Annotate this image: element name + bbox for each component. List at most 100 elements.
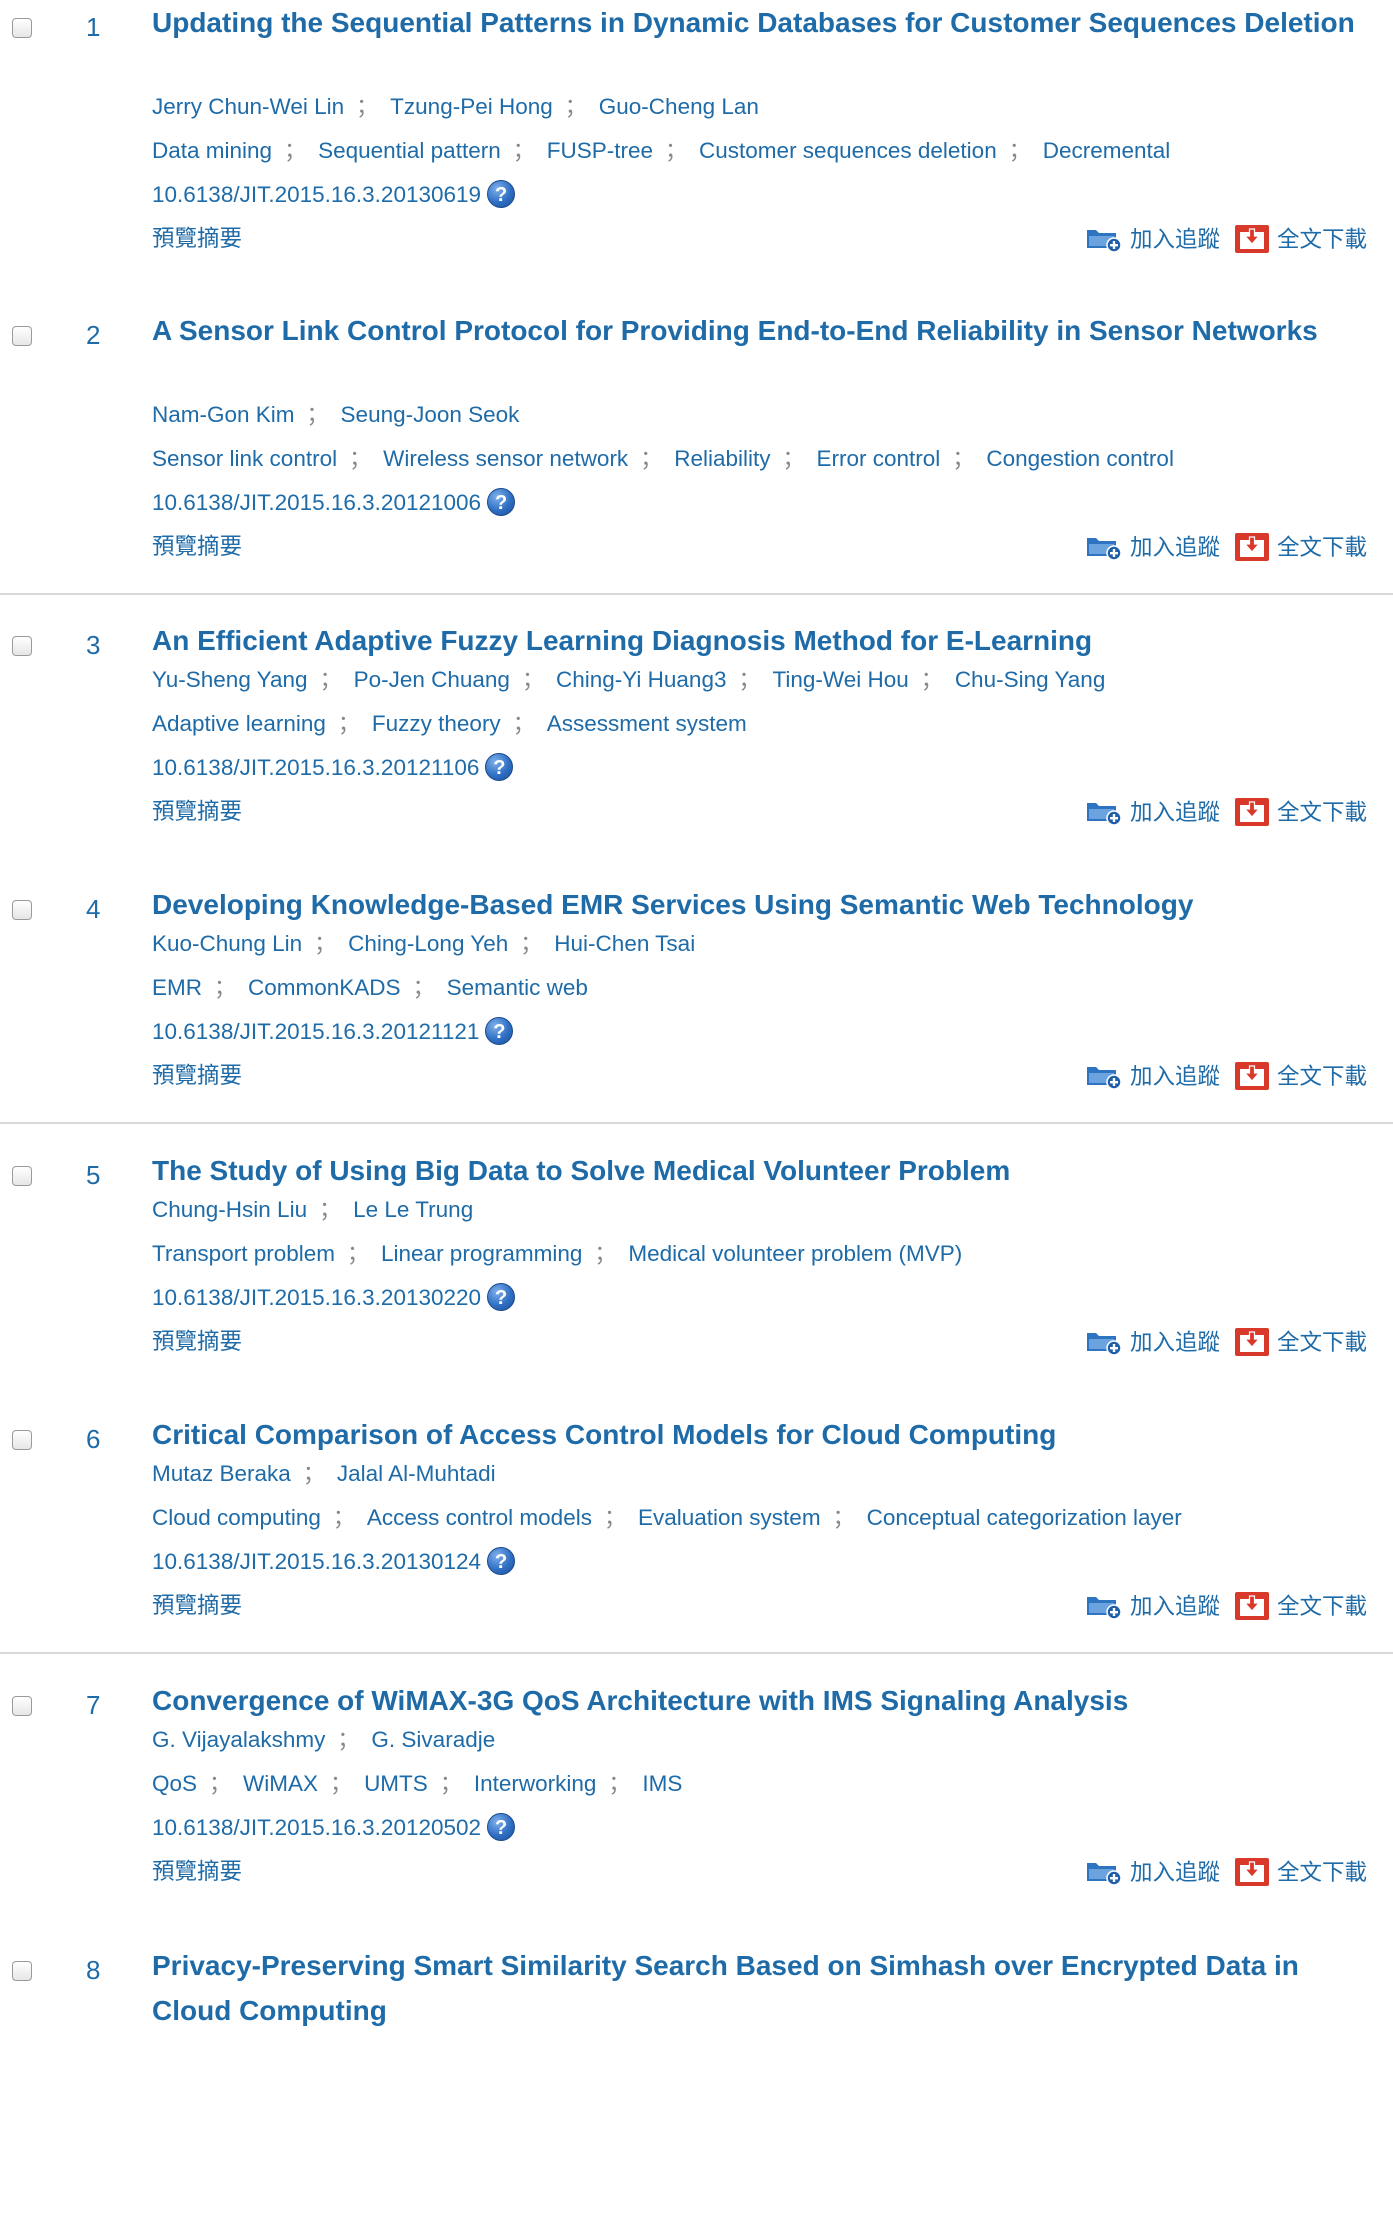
add-to-tracking-button[interactable]: 加入追蹤 xyxy=(1086,1062,1220,1092)
preview-abstract-link[interactable]: 預覽摘要 xyxy=(152,532,242,562)
preview-abstract-link[interactable]: 預覽摘要 xyxy=(152,1061,242,1091)
keyword-link[interactable]: WiMAX xyxy=(243,1771,318,1796)
select-checkbox[interactable] xyxy=(12,1166,32,1186)
doi-link[interactable]: 10.6138/JIT.2015.16.3.20121121 xyxy=(152,1019,479,1044)
add-to-tracking-button[interactable]: 加入追蹤 xyxy=(1086,1592,1220,1622)
keyword-link[interactable]: Error control xyxy=(817,446,941,471)
preview-abstract-link[interactable]: 預覽摘要 xyxy=(152,1857,242,1887)
author-link[interactable]: Ting-Wei Hou xyxy=(773,667,909,692)
author-link[interactable]: Ching-Long Yeh xyxy=(348,931,508,956)
download-fulltext-button[interactable]: 全文下載 xyxy=(1234,224,1367,256)
help-icon[interactable]: ? xyxy=(487,1547,516,1576)
keyword-link[interactable]: Cloud computing xyxy=(152,1505,321,1530)
keyword-link[interactable]: Evaluation system xyxy=(638,1505,821,1530)
article-title-link[interactable]: A Sensor Link Control Protocol for Provi… xyxy=(152,308,1382,353)
doi-link[interactable]: 10.6138/JIT.2015.16.3.20120502 xyxy=(152,1815,481,1840)
preview-abstract-link[interactable]: 預覽摘要 xyxy=(152,797,242,827)
keyword-link[interactable]: Assessment system xyxy=(547,711,747,736)
keyword-link[interactable]: Linear programming xyxy=(381,1241,582,1266)
doi-link[interactable]: 10.6138/JIT.2015.16.3.20121106 xyxy=(152,755,479,780)
add-to-tracking-button[interactable]: 加入追蹤 xyxy=(1086,1858,1220,1888)
article-title-link[interactable]: The Study of Using Big Data to Solve Med… xyxy=(152,1148,1382,1193)
keyword-link[interactable]: Customer sequences deletion xyxy=(699,138,997,163)
author-link[interactable]: Tzung-Pei Hong xyxy=(390,94,553,119)
help-icon[interactable]: ? xyxy=(485,1017,514,1046)
keyword-link[interactable]: Sensor link control xyxy=(152,446,337,471)
download-fulltext-button[interactable]: 全文下載 xyxy=(1234,532,1367,564)
keyword-link[interactable]: Wireless sensor network xyxy=(383,446,628,471)
author-link[interactable]: Nam-Gon Kim xyxy=(152,402,295,427)
article-title-link[interactable]: Privacy-Preserving Smart Similarity Sear… xyxy=(152,1943,1382,2033)
keyword-link[interactable]: QoS xyxy=(152,1771,197,1796)
select-checkbox[interactable] xyxy=(12,326,32,346)
select-checkbox[interactable] xyxy=(12,900,32,920)
download-fulltext-button[interactable]: 全文下載 xyxy=(1234,1591,1367,1623)
help-icon[interactable]: ? xyxy=(487,180,516,209)
select-checkbox[interactable] xyxy=(12,1961,32,1981)
doi-link[interactable]: 10.6138/JIT.2015.16.3.20130124 xyxy=(152,1549,481,1574)
preview-abstract-link[interactable]: 預覽摘要 xyxy=(152,224,242,254)
author-link[interactable]: Guo-Cheng Lan xyxy=(599,94,759,119)
author-link[interactable]: Po-Jen Chuang xyxy=(354,667,510,692)
author-link[interactable]: Le Le Trung xyxy=(353,1197,473,1222)
download-fulltext-button[interactable]: 全文下載 xyxy=(1234,1327,1367,1359)
keyword-link[interactable]: Congestion control xyxy=(986,446,1174,471)
author-link[interactable]: Chu-Sing Yang xyxy=(955,667,1106,692)
keyword-link[interactable]: Conceptual categorization layer xyxy=(867,1505,1182,1530)
keyword-link[interactable]: CommonKADS xyxy=(248,975,401,1000)
help-icon[interactable]: ? xyxy=(487,488,516,517)
author-link[interactable]: Hui-Chen Tsai xyxy=(554,931,695,956)
author-link[interactable]: Ching-Yi Huang3 xyxy=(556,667,727,692)
download-fulltext-button[interactable]: 全文下載 xyxy=(1234,797,1367,829)
article-title-link[interactable]: Critical Comparison of Access Control Mo… xyxy=(152,1412,1382,1457)
help-icon[interactable]: ? xyxy=(487,1813,516,1842)
keyword-link[interactable]: Reliability xyxy=(674,446,770,471)
article-title-link[interactable]: Developing Knowledge-Based EMR Services … xyxy=(152,882,1382,927)
add-to-tracking-button[interactable]: 加入追蹤 xyxy=(1086,798,1220,828)
separator: ； xyxy=(665,138,688,163)
add-to-tracking-button[interactable]: 加入追蹤 xyxy=(1086,225,1220,255)
author-link[interactable]: Jalal Al-Muhtadi xyxy=(337,1461,496,1486)
add-to-tracking-button[interactable]: 加入追蹤 xyxy=(1086,533,1220,563)
author-link[interactable]: Mutaz Beraka xyxy=(152,1461,291,1486)
keyword-link[interactable]: Fuzzy theory xyxy=(372,711,501,736)
download-fulltext-button[interactable]: 全文下載 xyxy=(1234,1857,1367,1889)
article-title-link[interactable]: Updating the Sequential Patterns in Dyna… xyxy=(152,0,1382,45)
keyword-link[interactable]: UMTS xyxy=(364,1771,428,1796)
doi-link[interactable]: 10.6138/JIT.2015.16.3.20130220 xyxy=(152,1285,481,1310)
keyword-link[interactable]: IMS xyxy=(642,1771,682,1796)
author-link[interactable]: Chung-Hsin Liu xyxy=(152,1197,307,1222)
keyword-link[interactable]: Access control models xyxy=(367,1505,592,1530)
author-link[interactable]: G. Sivaradje xyxy=(371,1727,495,1752)
select-checkbox[interactable] xyxy=(12,1430,32,1450)
keyword-link[interactable]: EMR xyxy=(152,975,202,1000)
article-title-link[interactable]: Convergence of WiMAX-3G QoS Architecture… xyxy=(152,1678,1382,1723)
keyword-link[interactable]: Medical volunteer problem (MVP) xyxy=(628,1241,962,1266)
article-title-link[interactable]: An Efficient Adaptive Fuzzy Learning Dia… xyxy=(152,618,1382,663)
help-icon[interactable]: ? xyxy=(485,753,514,782)
help-icon[interactable]: ? xyxy=(487,1283,516,1312)
preview-abstract-link[interactable]: 預覽摘要 xyxy=(152,1591,242,1621)
keyword-link[interactable]: Decremental xyxy=(1043,138,1171,163)
author-link[interactable]: Kuo-Chung Lin xyxy=(152,931,302,956)
add-to-tracking-button[interactable]: 加入追蹤 xyxy=(1086,1328,1220,1358)
keyword-link[interactable]: Transport problem xyxy=(152,1241,335,1266)
select-checkbox[interactable] xyxy=(12,1696,32,1716)
keyword-link[interactable]: Sequential pattern xyxy=(318,138,501,163)
author-link[interactable]: Seung-Joon Seok xyxy=(341,402,520,427)
download-fulltext-button[interactable]: 全文下載 xyxy=(1234,1061,1367,1093)
author-link[interactable]: G. Vijayalakshmy xyxy=(152,1727,325,1752)
keyword-link[interactable]: Interworking xyxy=(474,1771,597,1796)
author-link[interactable]: Yu-Sheng Yang xyxy=(152,667,308,692)
preview-abstract-link[interactable]: 預覽摘要 xyxy=(152,1327,242,1357)
select-checkbox[interactable] xyxy=(12,636,32,656)
keyword-link[interactable]: Semantic web xyxy=(447,975,588,1000)
keyword-link[interactable]: FUSP-tree xyxy=(547,138,653,163)
keyword-list: Data mining ； Sequential pattern ； FUSP-tree… xyxy=(152,136,1170,166)
author-link[interactable]: Jerry Chun-Wei Lin xyxy=(152,94,344,119)
select-checkbox[interactable] xyxy=(12,18,32,38)
doi-link[interactable]: 10.6138/JIT.2015.16.3.20130619 xyxy=(152,182,481,207)
keyword-link[interactable]: Adaptive learning xyxy=(152,711,326,736)
keyword-link[interactable]: Data mining xyxy=(152,138,272,163)
doi-link[interactable]: 10.6138/JIT.2015.16.3.20121006 xyxy=(152,490,481,515)
